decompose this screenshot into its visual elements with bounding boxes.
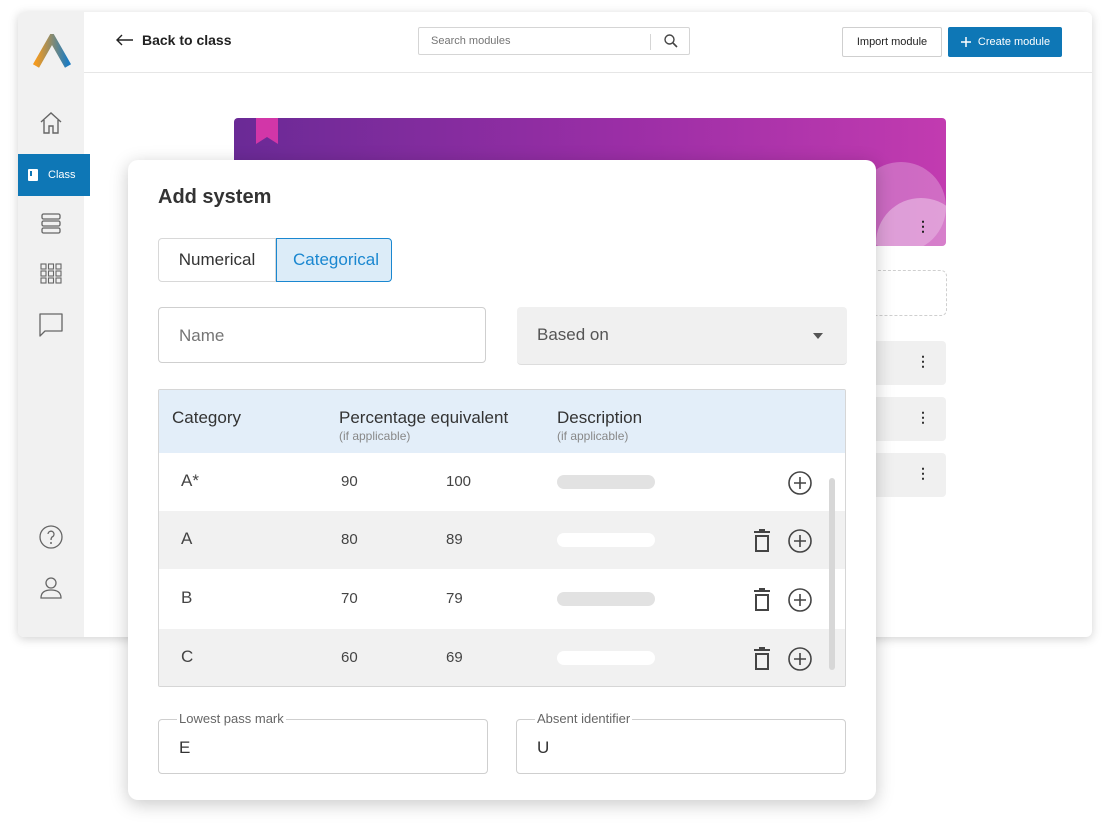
kebab-menu-icon[interactable]: ⋮ [916,465,930,482]
add-row-icon[interactable] [787,587,813,613]
module-row[interactable]: ⋮ [868,341,946,385]
min-percent-cell[interactable]: 70 [341,590,358,607]
category-cell[interactable]: B [181,588,192,608]
add-row-icon[interactable] [787,646,813,672]
lowest-pass-mark-value: E [179,738,191,757]
absent-identifier-label: Absent identifier [535,711,633,726]
categories-table: Category Percentage equivalent (if applic… [158,389,846,687]
min-percent-cell[interactable]: 90 [341,473,358,490]
plus-icon [960,37,971,47]
module-row[interactable]: ⋮ [868,397,946,441]
sidebar-item-class[interactable]: Class [18,154,90,196]
add-system-modal: Add system Numerical Categorical Based o… [128,160,876,800]
max-percent-cell[interactable]: 100 [446,473,471,490]
search-input[interactable] [429,34,643,48]
table-header: Category Percentage equivalent (if applic… [159,390,845,453]
module-row[interactable]: ⋮ [868,453,946,497]
category-cell[interactable]: A* [181,471,199,491]
category-cell[interactable]: C [181,647,193,667]
top-bar: Back to class Import module Create modul… [84,12,1092,73]
arrow-left-icon [116,34,133,46]
based-on-label: Based on [537,325,609,344]
add-module-dropzone[interactable] [868,270,947,316]
trash-icon[interactable] [751,528,773,554]
add-row-icon[interactable] [787,470,813,496]
modal-title: Add system [158,186,272,208]
create-module-button[interactable]: Create module [948,27,1062,57]
app-logo [32,34,72,68]
based-on-select[interactable]: Based on [517,307,847,365]
description-field[interactable] [557,651,655,665]
table-row: C 60 69 [159,629,845,686]
table-scrollbar[interactable] [829,478,835,670]
absent-identifier-field[interactable]: Absent identifier U [516,711,846,774]
table-row: A* 90 100 [159,453,845,511]
max-percent-cell[interactable]: 89 [446,531,463,548]
sidebar: Class [18,12,90,637]
system-type-tabs: Numerical Categorical [158,238,392,282]
min-percent-cell[interactable]: 60 [341,649,358,666]
name-field [158,307,486,363]
caret-down-icon [813,333,823,339]
description-field[interactable] [557,592,655,606]
max-percent-cell[interactable]: 79 [446,590,463,607]
trash-icon[interactable] [751,587,773,613]
description-field[interactable] [557,533,655,547]
search-icon[interactable] [663,33,679,49]
kebab-menu-icon[interactable]: ⋮ [916,218,930,235]
search-divider [650,34,651,50]
book-icon [28,169,38,181]
header-percentage: Percentage equivalent (if applicable) [339,408,509,443]
header-category: Category [172,408,241,427]
grid-icon[interactable] [36,258,66,288]
kebab-menu-icon[interactable]: ⋮ [916,409,930,426]
add-row-icon[interactable] [787,528,813,554]
kebab-menu-icon[interactable]: ⋮ [916,353,930,370]
back-label: Back to class [142,32,232,48]
min-percent-cell[interactable]: 80 [341,531,358,548]
tab-numerical[interactable]: Numerical [158,238,276,282]
bookmark-icon[interactable] [256,118,278,144]
back-to-class-link[interactable]: Back to class [116,32,232,48]
header-description: Description (if applicable) [557,408,643,443]
create-module-label: Create module [977,36,1051,48]
lowest-pass-mark-field[interactable]: Lowest pass mark E [158,711,488,774]
help-icon[interactable] [36,522,66,552]
lowest-pass-mark-label: Lowest pass mark [177,711,286,726]
stack-icon[interactable] [36,208,66,238]
table-row: B 70 79 [159,570,845,628]
tab-categorical[interactable]: Categorical [276,238,392,282]
description-field[interactable] [557,475,655,489]
category-cell[interactable]: A [181,529,192,549]
search-box [418,27,690,55]
trash-icon[interactable] [751,646,773,672]
home-icon[interactable] [36,108,66,138]
import-module-button[interactable]: Import module [842,27,942,57]
sidebar-item-label: Class [48,169,76,181]
name-input[interactable] [177,325,461,347]
table-row: A 80 89 [159,511,845,569]
user-icon[interactable] [36,572,66,602]
absent-identifier-value: U [537,738,550,757]
max-percent-cell[interactable]: 69 [446,649,463,666]
chat-icon[interactable] [36,310,66,340]
